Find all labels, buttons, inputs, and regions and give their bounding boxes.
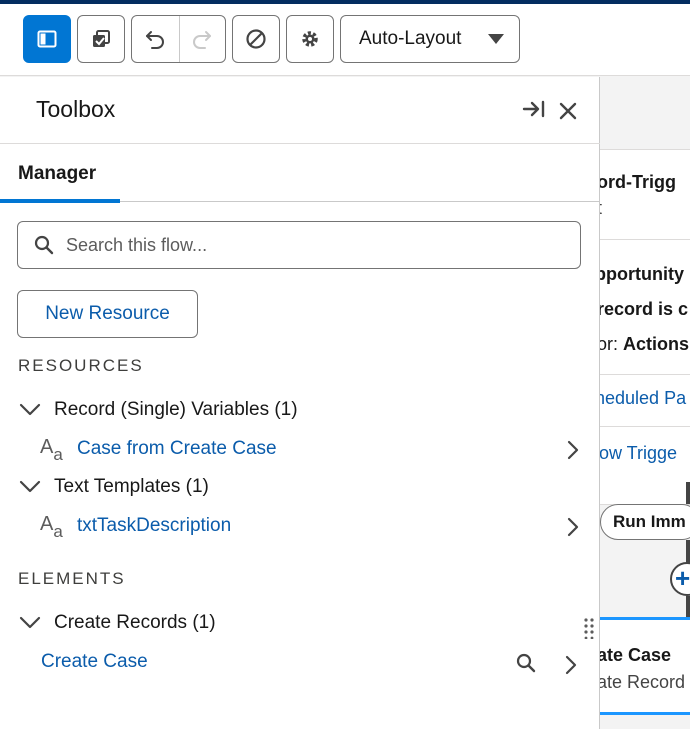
close-icon [559, 102, 577, 120]
resource-item-case-from-create-case[interactable]: Aa Case from Create Case [40, 433, 585, 465]
tab-manager[interactable]: Manager [18, 163, 96, 185]
chevron-down-icon [19, 480, 41, 493]
toggle-toolbox-button[interactable] [23, 15, 71, 63]
resource-group-text-templates[interactable]: Text Templates (1) [18, 476, 209, 498]
card-divider [600, 426, 690, 427]
resize-grip-icon[interactable] [583, 617, 595, 644]
redo-button[interactable] [178, 16, 226, 62]
redo-icon [193, 31, 212, 49]
layout-select-value: Auto-Layout [359, 28, 462, 49]
active-tab-indicator [0, 199, 120, 203]
scheduled-paths-link[interactable]: heduled Pa [600, 388, 686, 409]
flow-canvas[interactable]: ord-Trigg t pportunity record is c or: A… [600, 77, 690, 729]
text-aa-icon: Aa [40, 512, 63, 541]
search-box[interactable] [17, 221, 581, 269]
start-element-title: ord-Trigg [600, 172, 676, 192]
collapse-right-icon [522, 100, 545, 118]
run-immediately-path-label[interactable]: Run Imm [600, 504, 690, 540]
undo-redo-group [131, 15, 226, 63]
search-icon [34, 235, 54, 255]
element-card-title: ate Case [600, 645, 672, 665]
deactivate-button[interactable] [232, 15, 280, 63]
start-trigger-text: record is c [600, 299, 689, 319]
chevron-down-icon [19, 403, 41, 416]
add-element-button[interactable]: + [670, 562, 690, 596]
header-divider [0, 143, 600, 144]
resource-item-label[interactable]: txtTaskDescription [77, 515, 231, 537]
toolbox-panel: Toolbox Manager New Resource RESOURCES R… [0, 77, 600, 729]
element-card-subtitle: ate Record [600, 672, 686, 692]
new-resource-button[interactable]: New Resource [17, 290, 198, 338]
settings-button[interactable] [286, 15, 334, 63]
chevron-right-icon[interactable] [567, 517, 579, 537]
block-icon [246, 29, 266, 49]
copy-button[interactable] [77, 15, 125, 63]
text-aa-icon: Aa [40, 435, 63, 464]
undo-icon [146, 31, 165, 49]
locate-element-button[interactable] [516, 653, 536, 678]
resource-group-label: Record (Single) Variables (1) [54, 399, 298, 420]
resource-item-txttaskdescription[interactable]: Aa txtTaskDescription [40, 510, 585, 542]
resource-group-label: Text Templates (1) [54, 476, 209, 497]
builder-toolbar: Auto-Layout [0, 4, 690, 76]
resource-item-label[interactable]: Case from Create Case [77, 438, 277, 460]
element-group-create-records[interactable]: Create Records (1) [18, 612, 216, 634]
elements-section-header: ELEMENTS [18, 569, 126, 588]
create-case-element-card[interactable]: ate Case ate Record [600, 617, 690, 715]
panel-title: Toolbox [36, 96, 116, 122]
chevron-right-icon[interactable] [567, 440, 579, 460]
chevron-right-icon [565, 655, 577, 675]
chevron-down-icon [19, 616, 41, 629]
start-element-details[interactable]: pportunity record is c or: Actions hedul… [600, 239, 690, 505]
element-item-create-case[interactable]: Create Case [41, 651, 148, 673]
card-divider [600, 374, 690, 375]
flow-trigger-link[interactable]: low Trigge [600, 443, 677, 464]
start-element-header[interactable]: ord-Trigg t [600, 149, 690, 239]
caret-down-icon [488, 34, 504, 44]
element-group-label: Create Records (1) [54, 612, 216, 633]
panel-left-icon [37, 30, 57, 48]
layout-select[interactable]: Auto-Layout [340, 15, 520, 63]
collapse-panel-button[interactable] [522, 99, 546, 124]
connector-line [686, 596, 690, 618]
start-optimize-text: or: Actions [600, 334, 690, 354]
search-icon [516, 653, 536, 673]
resources-section-header: RESOURCES [18, 356, 144, 375]
connector-line [686, 482, 690, 504]
element-details-button[interactable] [565, 655, 577, 680]
start-object-text: pportunity [600, 264, 684, 284]
resource-group-record-variables[interactable]: Record (Single) Variables (1) [18, 399, 298, 421]
tab-bar-divider [120, 201, 600, 202]
copy-icon [93, 30, 110, 47]
close-panel-button[interactable] [559, 102, 577, 125]
gear-icon [302, 31, 318, 47]
search-input[interactable] [66, 234, 546, 256]
undo-button[interactable] [132, 16, 179, 62]
start-element-subtitle: t [600, 198, 602, 219]
connector-line [686, 540, 690, 564]
